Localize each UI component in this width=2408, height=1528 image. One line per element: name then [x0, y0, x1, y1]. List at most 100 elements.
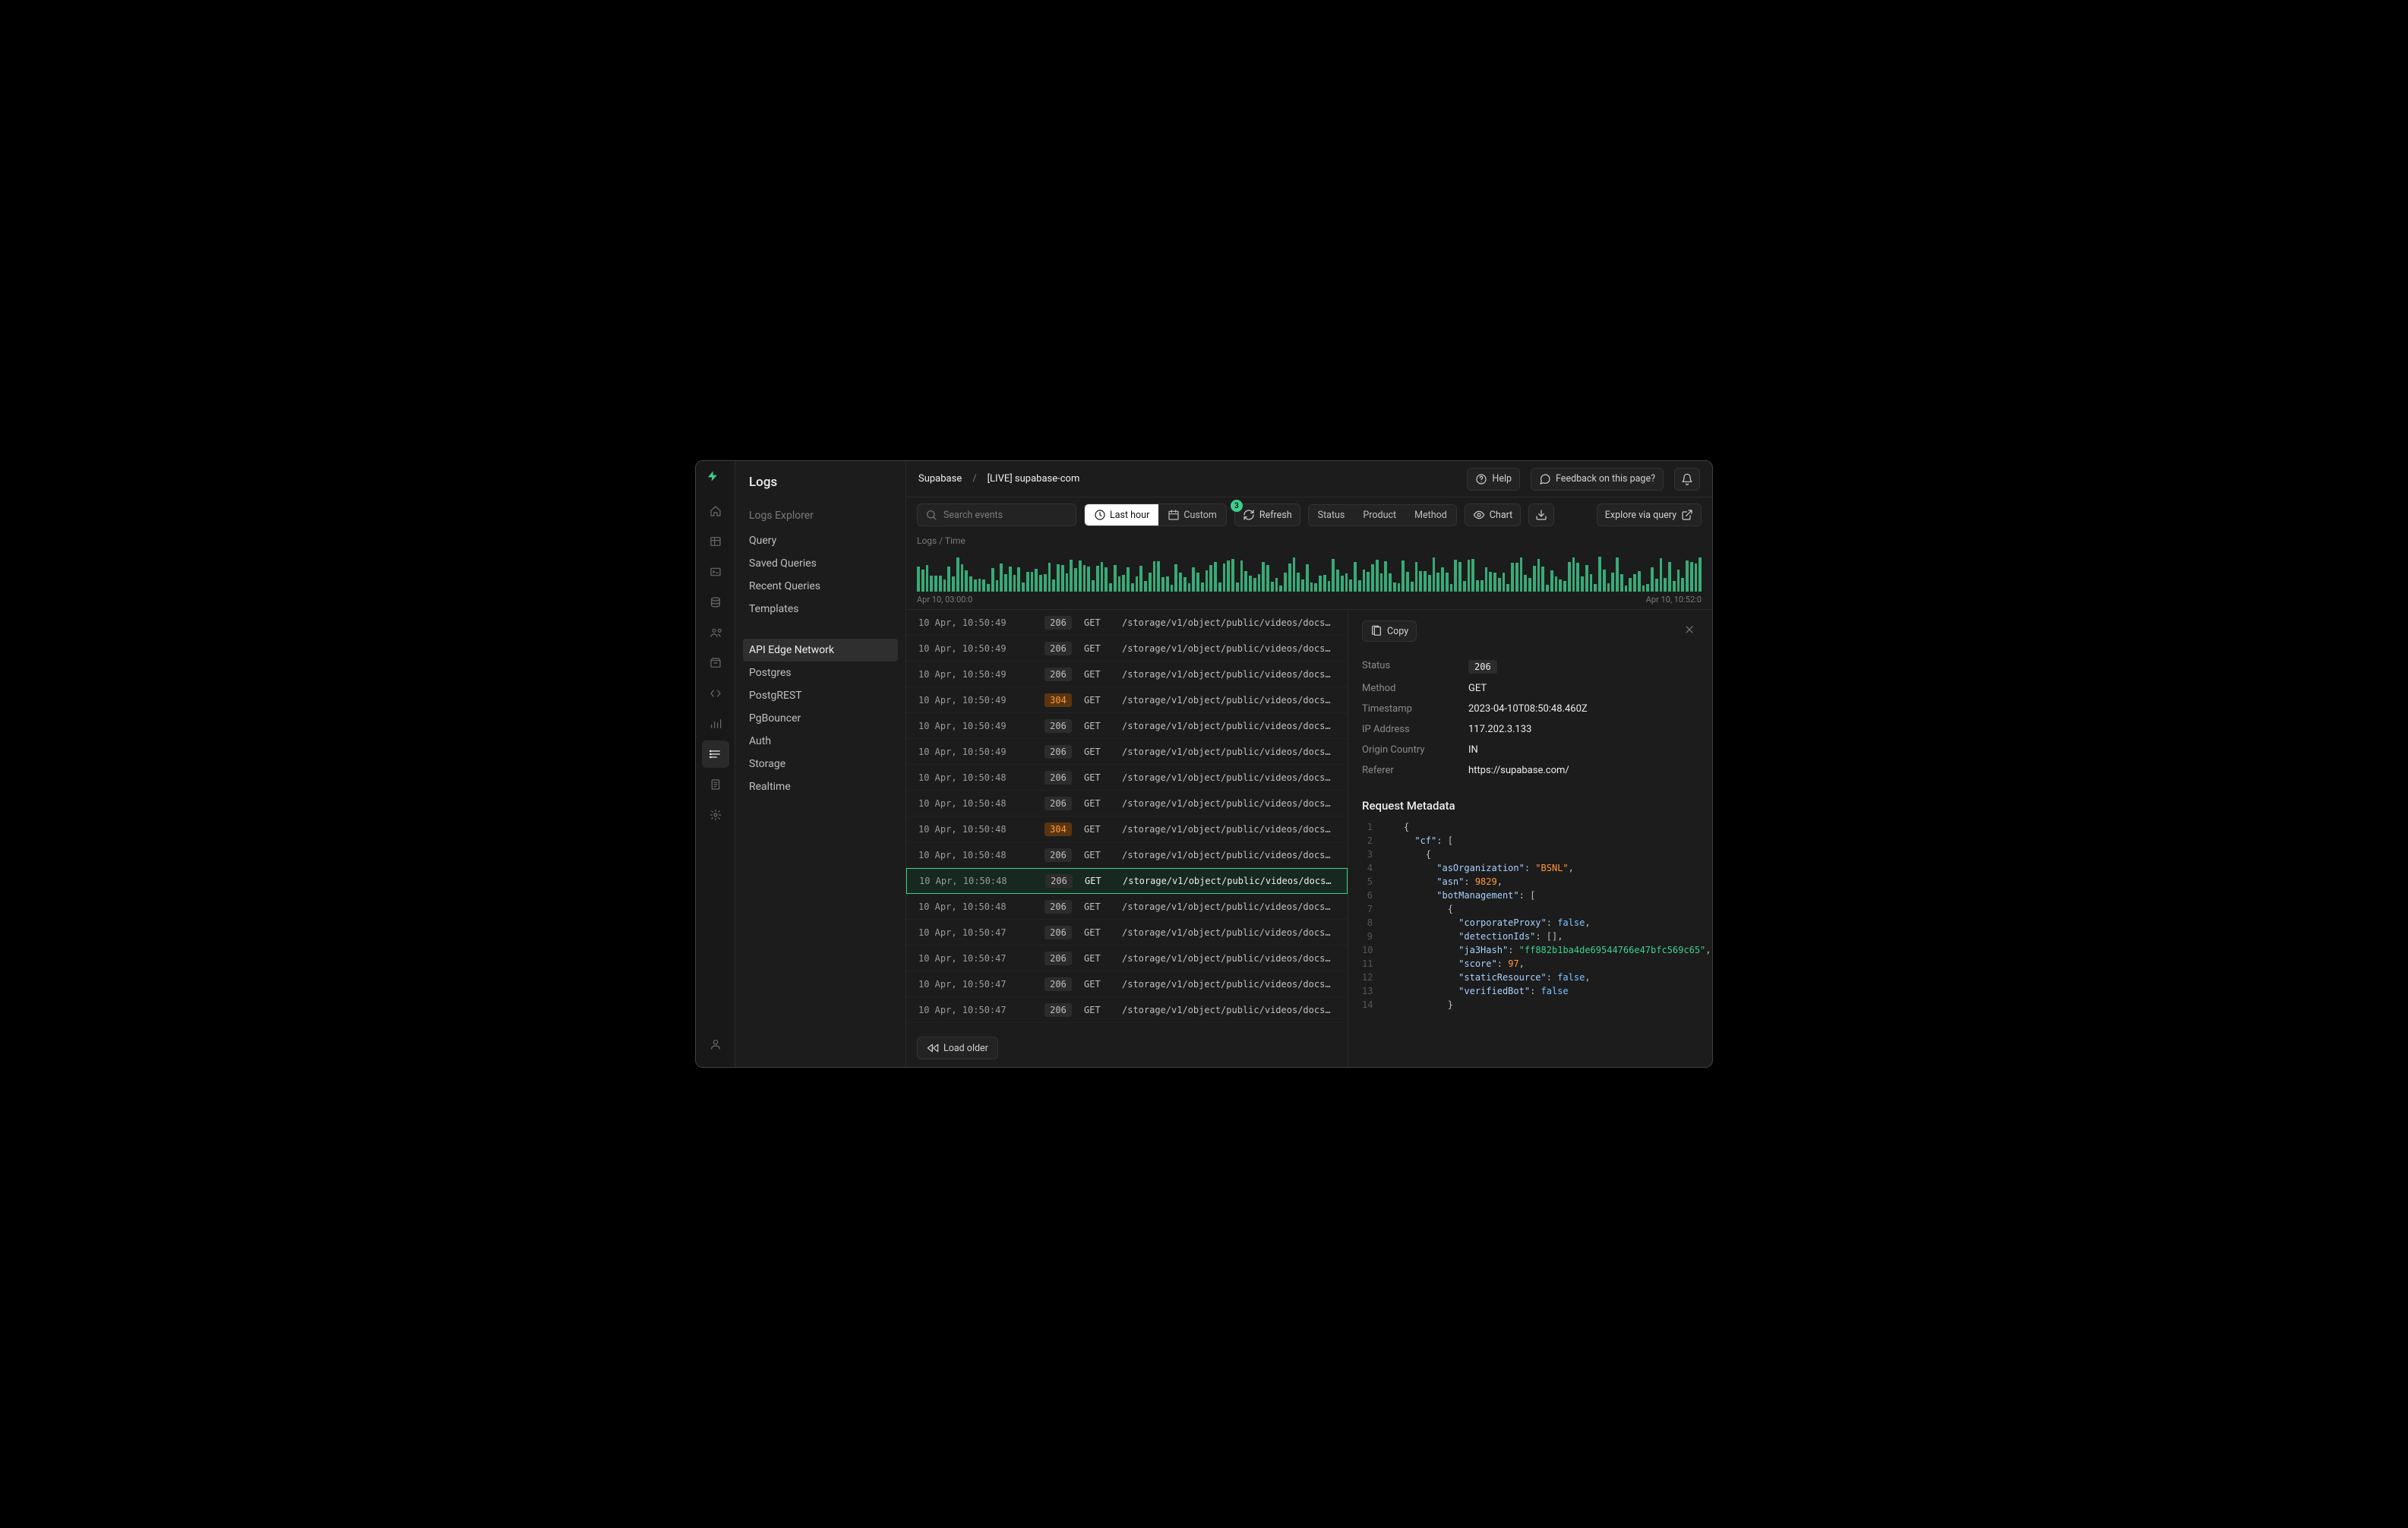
- chart-bar: [1441, 567, 1444, 592]
- table-editor-icon[interactable]: [702, 528, 729, 555]
- user-icon[interactable]: [702, 1031, 729, 1058]
- log-row[interactable]: 10 Apr, 10:50:49206GET/storage/v1/object…: [906, 739, 1348, 765]
- code-line: 8 "corporateProxy": false,: [1362, 916, 1699, 930]
- log-method: GET: [1084, 695, 1110, 706]
- notifications-button[interactable]: [1674, 468, 1700, 491]
- chart-bar: [1642, 586, 1645, 592]
- chart-bar: [1104, 567, 1108, 592]
- help-button[interactable]: Help: [1467, 468, 1520, 491]
- sidebar-item-query[interactable]: Query: [743, 529, 898, 552]
- chart-bar: [1101, 562, 1104, 592]
- breadcrumb-project[interactable]: [LIVE] supabase-com: [988, 473, 1080, 485]
- sidebar-source-postgrest[interactable]: PostgREST: [743, 684, 898, 707]
- sidebar-item-recent-queries[interactable]: Recent Queries: [743, 575, 898, 598]
- log-row[interactable]: 10 Apr, 10:50:47206GET/storage/v1/object…: [906, 971, 1348, 997]
- chart-bar: [1389, 573, 1392, 592]
- log-timestamp: 10 Apr, 10:50:49: [918, 643, 1032, 654]
- code-line: 4 "asOrganization": "BSNL",: [1362, 861, 1699, 875]
- copy-button[interactable]: Copy: [1362, 620, 1417, 642]
- log-row[interactable]: 10 Apr, 10:50:48206GET/storage/v1/object…: [906, 868, 1348, 894]
- log-status: 206: [1044, 900, 1072, 914]
- chart-toggle-button[interactable]: Chart: [1465, 504, 1521, 526]
- download-button[interactable]: [1528, 504, 1554, 526]
- chart-bar: [1446, 573, 1449, 592]
- database-icon[interactable]: [702, 589, 729, 616]
- log-row[interactable]: 10 Apr, 10:50:49206GET/storage/v1/object…: [906, 610, 1348, 636]
- chart-bar: [1489, 572, 1492, 592]
- logs-icon[interactable]: [702, 740, 729, 768]
- sidebar-source-api-edge-network[interactable]: API Edge Network: [743, 639, 898, 661]
- chart-bar: [1092, 580, 1095, 592]
- chart-bar: [1690, 562, 1693, 592]
- log-row[interactable]: 10 Apr, 10:50:49206GET/storage/v1/object…: [906, 713, 1348, 739]
- edge-functions-icon[interactable]: [702, 680, 729, 707]
- chart-bar: [1503, 573, 1506, 592]
- log-list[interactable]: 10 Apr, 10:50:49 206 GET/storage/v1/object…: [906, 610, 1348, 1067]
- chart-bar: [1139, 566, 1142, 592]
- log-timestamp: 10 Apr, 10:50:49: [918, 617, 1032, 628]
- chart-bar: [1468, 560, 1471, 592]
- last-hour-button[interactable]: Last hour: [1085, 504, 1158, 526]
- log-row[interactable]: 10 Apr, 10:50:48206GET/storage/v1/object…: [906, 894, 1348, 920]
- search-input[interactable]: Search events: [917, 504, 1076, 526]
- filter-product-button[interactable]: Product: [1354, 505, 1405, 526]
- chart-bar: [1506, 584, 1509, 592]
- api-docs-icon[interactable]: [702, 771, 729, 798]
- chart-bar: [1576, 563, 1579, 592]
- eye-icon: [1473, 509, 1485, 521]
- log-row[interactable]: 10 Apr, 10:50:47206GET/storage/v1/object…: [906, 920, 1348, 946]
- sidebar-item-saved-queries[interactable]: Saved Queries: [743, 552, 898, 575]
- close-panel-button[interactable]: [1680, 620, 1699, 642]
- log-row[interactable]: 10 Apr, 10:50:49304GET/storage/v1/object…: [906, 687, 1348, 713]
- auth-icon[interactable]: [702, 619, 729, 646]
- chart-bar: [1458, 562, 1462, 592]
- log-row[interactable]: 10 Apr, 10:50:47206GET/storage/v1/object…: [906, 997, 1348, 1023]
- load-older-button[interactable]: Load older: [917, 1037, 998, 1059]
- sql-editor-icon[interactable]: [702, 558, 729, 586]
- explore-query-button[interactable]: Explore via query: [1597, 504, 1702, 526]
- detail-field-ip-address: IP Address117.202.3.133: [1362, 719, 1699, 740]
- log-row[interactable]: 10 Apr, 10:50:48206GET/storage/v1/object…: [906, 765, 1348, 791]
- chart-bar: [1223, 564, 1226, 592]
- log-row[interactable]: 10 Apr, 10:50:48206GET/storage/v1/object…: [906, 791, 1348, 816]
- log-timestamp: 10 Apr, 10:50:49: [918, 669, 1032, 680]
- storage-icon[interactable]: [702, 649, 729, 677]
- log-timestamp: 10 Apr, 10:50:49: [918, 721, 1032, 731]
- chart-bar: [1214, 562, 1217, 592]
- code-line: 7 {: [1362, 902, 1699, 916]
- logs-timeline-chart[interactable]: [906, 546, 1712, 592]
- chart-bar: [1563, 581, 1566, 592]
- log-path: /storage/v1/object/public/videos/docs/re…: [1122, 901, 1335, 912]
- sidebar-source-pgbouncer[interactable]: PgBouncer: [743, 707, 898, 730]
- chart-bar: [1258, 574, 1261, 592]
- log-row[interactable]: 10 Apr, 10:50:49206GET/storage/v1/object…: [906, 636, 1348, 661]
- chart-bar: [1341, 576, 1344, 592]
- chart-bar: [1651, 567, 1654, 592]
- settings-icon[interactable]: [702, 801, 729, 829]
- log-row[interactable]: 10 Apr, 10:50:48206GET/storage/v1/object…: [906, 842, 1348, 868]
- home-icon[interactable]: [702, 497, 729, 525]
- sidebar-source-realtime[interactable]: Realtime: [743, 775, 898, 798]
- detail-field-status: Status206: [1362, 655, 1699, 678]
- filter-method-button[interactable]: Method: [1405, 505, 1456, 526]
- breadcrumb-org[interactable]: Supabase: [918, 473, 962, 485]
- chart-bar: [1118, 576, 1121, 592]
- sidebar-item-templates[interactable]: Templates: [743, 598, 898, 620]
- log-row[interactable]: 10 Apr, 10:50:48304GET/storage/v1/object…: [906, 816, 1348, 842]
- sidebar-source-auth[interactable]: Auth: [743, 730, 898, 753]
- metadata-code-block[interactable]: 1 {2 "cf": [3 {4 "asOrganization": "BSNL…: [1362, 820, 1699, 1012]
- feedback-button[interactable]: Feedback on this page?: [1531, 468, 1664, 491]
- chart-bar: [982, 579, 985, 592]
- log-row[interactable]: 10 Apr, 10:50:49206GET/storage/v1/object…: [906, 661, 1348, 687]
- chart-axis: Apr 10, 03:00:0 Apr 10, 10:52:0: [906, 592, 1712, 610]
- filter-status-button[interactable]: Status: [1309, 505, 1354, 526]
- reports-icon[interactable]: [702, 710, 729, 737]
- chart-bar: [1629, 578, 1632, 592]
- chart-bar: [965, 570, 968, 592]
- custom-range-button[interactable]: Custom: [1158, 504, 1226, 526]
- log-row[interactable]: 10 Apr, 10:50:47206GET/storage/v1/object…: [906, 946, 1348, 971]
- log-status: 206: [1044, 642, 1072, 655]
- refresh-button[interactable]: 3 Refresh: [1234, 504, 1300, 526]
- sidebar-source-storage[interactable]: Storage: [743, 753, 898, 775]
- sidebar-source-postgres[interactable]: Postgres: [743, 661, 898, 684]
